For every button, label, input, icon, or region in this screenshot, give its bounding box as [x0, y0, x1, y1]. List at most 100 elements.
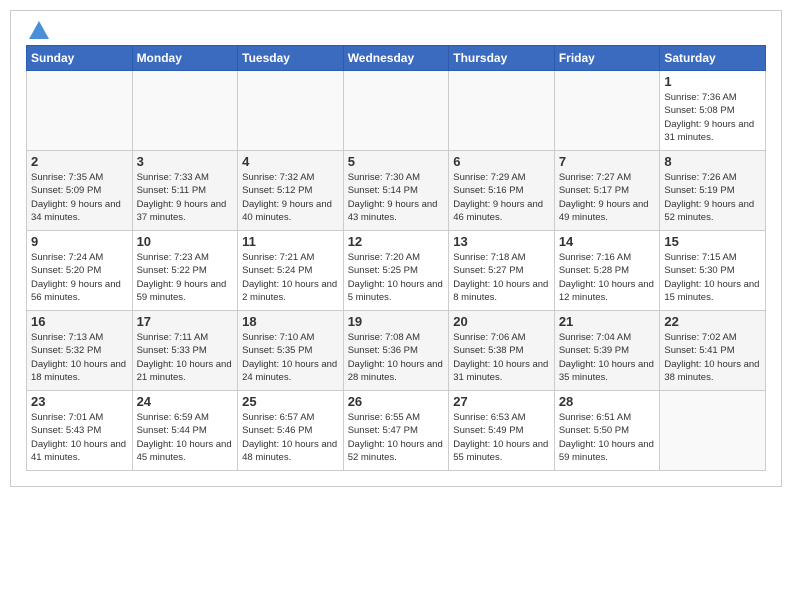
day-number: 5 [348, 154, 445, 169]
day-info: Sunrise: 7:27 AM Sunset: 5:17 PM Dayligh… [559, 171, 656, 224]
day-info: Sunrise: 7:30 AM Sunset: 5:14 PM Dayligh… [348, 171, 445, 224]
day-number: 25 [242, 394, 339, 409]
day-info: Sunrise: 7:16 AM Sunset: 5:28 PM Dayligh… [559, 251, 656, 304]
day-number: 4 [242, 154, 339, 169]
day-info: Sunrise: 7:01 AM Sunset: 5:43 PM Dayligh… [31, 411, 128, 464]
day-info: Sunrise: 7:15 AM Sunset: 5:30 PM Dayligh… [664, 251, 761, 304]
calendar-cell: 15 Sunrise: 7:15 AM Sunset: 5:30 PM Dayli… [660, 231, 766, 311]
day-number: 22 [664, 314, 761, 329]
day-info: Sunrise: 7:20 AM Sunset: 5:25 PM Dayligh… [348, 251, 445, 304]
day-info: Sunrise: 7:02 AM Sunset: 5:41 PM Dayligh… [664, 331, 761, 384]
header-cell-tuesday: Tuesday [238, 46, 344, 71]
calendar-cell: 23 Sunrise: 7:01 AM Sunset: 5:43 PM Dayli… [27, 391, 133, 471]
day-number: 16 [31, 314, 128, 329]
calendar-cell: 28 Sunrise: 6:51 AM Sunset: 5:50 PM Dayli… [554, 391, 660, 471]
header-cell-saturday: Saturday [660, 46, 766, 71]
day-number: 20 [453, 314, 550, 329]
day-number: 2 [31, 154, 128, 169]
calendar-cell [238, 71, 344, 151]
day-number: 8 [664, 154, 761, 169]
day-info: Sunrise: 7:35 AM Sunset: 5:09 PM Dayligh… [31, 171, 128, 224]
day-info: Sunrise: 6:55 AM Sunset: 5:47 PM Dayligh… [348, 411, 445, 464]
week-row-4: 16 Sunrise: 7:13 AM Sunset: 5:32 PM Dayli… [27, 311, 766, 391]
day-number: 27 [453, 394, 550, 409]
day-info: Sunrise: 6:53 AM Sunset: 5:49 PM Dayligh… [453, 411, 550, 464]
calendar-cell: 13 Sunrise: 7:18 AM Sunset: 5:27 PM Dayli… [449, 231, 555, 311]
calendar-cell: 7 Sunrise: 7:27 AM Sunset: 5:17 PM Daylig… [554, 151, 660, 231]
calendar-cell: 10 Sunrise: 7:23 AM Sunset: 5:22 PM Dayli… [132, 231, 238, 311]
page: SundayMondayTuesdayWednesdayThursdayFrid… [10, 10, 782, 487]
week-row-5: 23 Sunrise: 7:01 AM Sunset: 5:43 PM Dayli… [27, 391, 766, 471]
day-info: Sunrise: 6:59 AM Sunset: 5:44 PM Dayligh… [137, 411, 234, 464]
header-cell-thursday: Thursday [449, 46, 555, 71]
day-number: 6 [453, 154, 550, 169]
calendar-cell: 16 Sunrise: 7:13 AM Sunset: 5:32 PM Dayli… [27, 311, 133, 391]
day-number: 1 [664, 74, 761, 89]
calendar-cell: 4 Sunrise: 7:32 AM Sunset: 5:12 PM Daylig… [238, 151, 344, 231]
calendar-cell: 1 Sunrise: 7:36 AM Sunset: 5:08 PM Daylig… [660, 71, 766, 151]
day-info: Sunrise: 7:11 AM Sunset: 5:33 PM Dayligh… [137, 331, 234, 384]
day-number: 9 [31, 234, 128, 249]
day-info: Sunrise: 7:36 AM Sunset: 5:08 PM Dayligh… [664, 91, 761, 144]
week-row-1: 1 Sunrise: 7:36 AM Sunset: 5:08 PM Daylig… [27, 71, 766, 151]
calendar-cell: 20 Sunrise: 7:06 AM Sunset: 5:38 PM Dayli… [449, 311, 555, 391]
header-cell-wednesday: Wednesday [343, 46, 449, 71]
calendar-cell: 5 Sunrise: 7:30 AM Sunset: 5:14 PM Daylig… [343, 151, 449, 231]
day-info: Sunrise: 7:04 AM Sunset: 5:39 PM Dayligh… [559, 331, 656, 384]
calendar-cell: 17 Sunrise: 7:11 AM Sunset: 5:33 PM Dayli… [132, 311, 238, 391]
calendar-cell: 12 Sunrise: 7:20 AM Sunset: 5:25 PM Dayli… [343, 231, 449, 311]
day-number: 28 [559, 394, 656, 409]
calendar-cell: 3 Sunrise: 7:33 AM Sunset: 5:11 PM Daylig… [132, 151, 238, 231]
day-number: 18 [242, 314, 339, 329]
calendar-cell: 8 Sunrise: 7:26 AM Sunset: 5:19 PM Daylig… [660, 151, 766, 231]
calendar-cell: 22 Sunrise: 7:02 AM Sunset: 5:41 PM Dayli… [660, 311, 766, 391]
calendar-cell: 26 Sunrise: 6:55 AM Sunset: 5:47 PM Dayli… [343, 391, 449, 471]
calendar-cell: 25 Sunrise: 6:57 AM Sunset: 5:46 PM Dayli… [238, 391, 344, 471]
logo [26, 21, 49, 37]
calendar-cell: 18 Sunrise: 7:10 AM Sunset: 5:35 PM Dayli… [238, 311, 344, 391]
calendar-cell: 19Sunrise: 7:08 AM Sunset: 5:36 PM Dayli… [343, 311, 449, 391]
day-number: 23 [31, 394, 128, 409]
week-row-2: 2 Sunrise: 7:35 AM Sunset: 5:09 PM Daylig… [27, 151, 766, 231]
day-info: Sunrise: 7:32 AM Sunset: 5:12 PM Dayligh… [242, 171, 339, 224]
header-cell-sunday: Sunday [27, 46, 133, 71]
calendar-cell [449, 71, 555, 151]
day-number: 3 [137, 154, 234, 169]
calendar-cell [343, 71, 449, 151]
calendar-cell: 27 Sunrise: 6:53 AM Sunset: 5:49 PM Dayli… [449, 391, 555, 471]
day-number: 17 [137, 314, 234, 329]
header-cell-friday: Friday [554, 46, 660, 71]
calendar-cell [132, 71, 238, 151]
day-number: 7 [559, 154, 656, 169]
day-info: Sunrise: 7:10 AM Sunset: 5:35 PM Dayligh… [242, 331, 339, 384]
day-info: Sunrise: 7:06 AM Sunset: 5:38 PM Dayligh… [453, 331, 550, 384]
calendar-cell: 11 Sunrise: 7:21 AM Sunset: 5:24 PM Dayli… [238, 231, 344, 311]
day-number: 15 [664, 234, 761, 249]
day-info: Sunrise: 7:29 AM Sunset: 5:16 PM Dayligh… [453, 171, 550, 224]
day-number: 10 [137, 234, 234, 249]
calendar-cell [554, 71, 660, 151]
day-number: 11 [242, 234, 339, 249]
week-row-3: 9Sunrise: 7:24 AM Sunset: 5:20 PM Daylig… [27, 231, 766, 311]
day-number: 19 [348, 314, 445, 329]
day-info: Sunrise: 6:57 AM Sunset: 5:46 PM Dayligh… [242, 411, 339, 464]
day-number: 13 [453, 234, 550, 249]
header-row: SundayMondayTuesdayWednesdayThursdayFrid… [27, 46, 766, 71]
day-info: Sunrise: 7:18 AM Sunset: 5:27 PM Dayligh… [453, 251, 550, 304]
day-info: Sunrise: 7:33 AM Sunset: 5:11 PM Dayligh… [137, 171, 234, 224]
day-info: Sunrise: 7:21 AM Sunset: 5:24 PM Dayligh… [242, 251, 339, 304]
day-number: 21 [559, 314, 656, 329]
calendar-cell [660, 391, 766, 471]
day-number: 12 [348, 234, 445, 249]
calendar-table: SundayMondayTuesdayWednesdayThursdayFrid… [26, 45, 766, 471]
header-cell-monday: Monday [132, 46, 238, 71]
calendar-cell: 9Sunrise: 7:24 AM Sunset: 5:20 PM Daylig… [27, 231, 133, 311]
calendar-cell: 24 Sunrise: 6:59 AM Sunset: 5:44 PM Dayli… [132, 391, 238, 471]
day-info: Sunrise: 6:51 AM Sunset: 5:50 PM Dayligh… [559, 411, 656, 464]
day-number: 24 [137, 394, 234, 409]
day-info: Sunrise: 7:13 AM Sunset: 5:32 PM Dayligh… [31, 331, 128, 384]
day-info: Sunrise: 7:26 AM Sunset: 5:19 PM Dayligh… [664, 171, 761, 224]
calendar-cell [27, 71, 133, 151]
day-number: 26 [348, 394, 445, 409]
day-info: Sunrise: 7:23 AM Sunset: 5:22 PM Dayligh… [137, 251, 234, 304]
